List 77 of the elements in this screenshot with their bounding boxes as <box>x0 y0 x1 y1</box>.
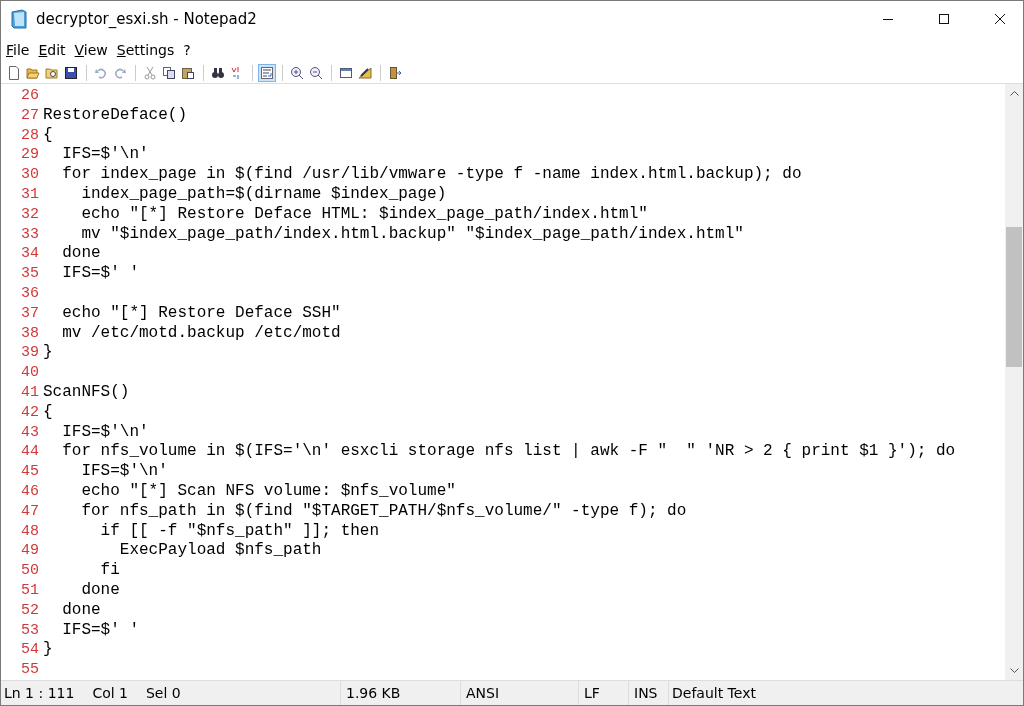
line-number: 49 <box>20 541 39 562</box>
menu-item[interactable]: File <box>6 41 30 58</box>
line-number: 28 <box>20 125 39 146</box>
menu-item[interactable]: Edit <box>38 41 66 58</box>
line-number: 41 <box>20 382 39 403</box>
menu-item[interactable]: Settings <box>116 41 175 58</box>
code-line: for nfs_path in $(find "$TARGET_PATH/$nfs_volume/" -type f); do <box>80 501 687 522</box>
code-line: echo "[*] Scan NFS volume: $nfs_volume" <box>80 481 456 502</box>
window-title: decryptor_esxi.sh - Notepad2 <box>36 10 257 28</box>
code-line: done <box>61 600 101 621</box>
line-number: 29 <box>20 145 39 166</box>
line-ending: LF <box>584 685 600 701</box>
code-line: mv /etc/motd.backup /etc/motd <box>61 323 341 344</box>
line-number: 36 <box>20 283 39 304</box>
line-number: 47 <box>20 501 39 522</box>
line-number: 40 <box>20 363 39 383</box>
vertical-scrollbar[interactable] <box>1005 84 1023 680</box>
code-line: fi <box>99 561 120 581</box>
code-line: ScanNFS() <box>43 382 130 403</box>
line-number: 31 <box>20 185 39 205</box>
code-line: IFS=$'\n' <box>61 145 149 166</box>
line-number: 51 <box>20 580 39 601</box>
close-icon[interactable] <box>994 13 1006 25</box>
line-number: 48 <box>20 521 39 542</box>
line-number: 34 <box>20 244 39 265</box>
line-number: 55 <box>20 660 39 680</box>
code-line: IFS=$' ' <box>61 620 139 641</box>
line-number: 43 <box>20 422 39 443</box>
syntax-scheme: Default Text <box>672 685 756 701</box>
line-number: 37 <box>20 303 39 324</box>
code-line: IFS=$'\n' <box>80 462 168 482</box>
code-line: index_page_path=$(dirname $index_page) <box>80 185 447 205</box>
code-line: } <box>43 640 53 661</box>
code-line: IFS=$' ' <box>61 264 139 284</box>
insert-mode: INS <box>634 685 658 701</box>
cursor-position: Ln 1 : 111 <box>4 685 75 701</box>
code-line: mv "$index_page_path/index.html.backup" "$index_page_path/index.html" <box>80 224 744 245</box>
notepad-app-icon <box>11 9 27 29</box>
scroll-up-icon[interactable] <box>1009 90 1019 96</box>
line-number: 27 <box>20 105 39 126</box>
cursor-position: Col 1 <box>92 685 128 701</box>
scroll-down-icon[interactable] <box>1009 668 1019 674</box>
line-number: 54 <box>20 640 39 661</box>
code-line: for nfs_volume in $(IFS='\n' esxcli storage nfs list | awk -F " " 'NR > 2 { print $1 }'); do <box>61 442 956 463</box>
line-number: 53 <box>20 620 39 641</box>
encoding: ANSI <box>466 685 500 701</box>
menu-item[interactable]: ? <box>183 41 191 58</box>
file-size: 1.96 KB <box>346 685 401 701</box>
code-line: if [[ -f "$nfs_path" ]]; then <box>99 521 380 542</box>
line-number: 30 <box>20 165 39 185</box>
line-number: 46 <box>20 481 39 502</box>
cursor-position: Sel 0 <box>145 685 181 701</box>
code-line: IFS=$'\n' <box>61 422 149 443</box>
line-number: 50 <box>20 561 39 581</box>
code-line: { <box>43 402 53 423</box>
code-line: { <box>43 125 53 146</box>
code-line: done <box>80 580 120 601</box>
line-number: 33 <box>20 224 39 245</box>
line-number: 32 <box>20 204 39 225</box>
line-number: 44 <box>20 442 39 463</box>
line-number: 35 <box>20 264 39 284</box>
maximize-icon[interactable] <box>938 13 950 25</box>
scrollbar-thumb[interactable] <box>1006 227 1022 367</box>
menu-item[interactable]: View <box>74 41 108 58</box>
line-number: 26 <box>20 86 39 106</box>
line-number: 38 <box>20 323 39 344</box>
line-number: 52 <box>20 600 39 621</box>
code-line: ExecPayload $nfs_path <box>118 541 322 562</box>
line-number: 39 <box>20 343 39 364</box>
line-number: 42 <box>20 402 39 423</box>
line-number: 45 <box>20 462 39 482</box>
code-line: echo "[*] Restore Deface HTML: $index_page_path/index.html" <box>80 204 648 225</box>
code-line: for index_page in $(find /usr/lib/vmware -type f -name index.html.backup); do <box>61 165 802 185</box>
code-line: echo "[*] Restore Deface SSH" <box>61 303 341 324</box>
code-line: } <box>43 343 53 364</box>
code-line: RestoreDeface() <box>43 105 188 126</box>
code-line: done <box>61 244 101 265</box>
